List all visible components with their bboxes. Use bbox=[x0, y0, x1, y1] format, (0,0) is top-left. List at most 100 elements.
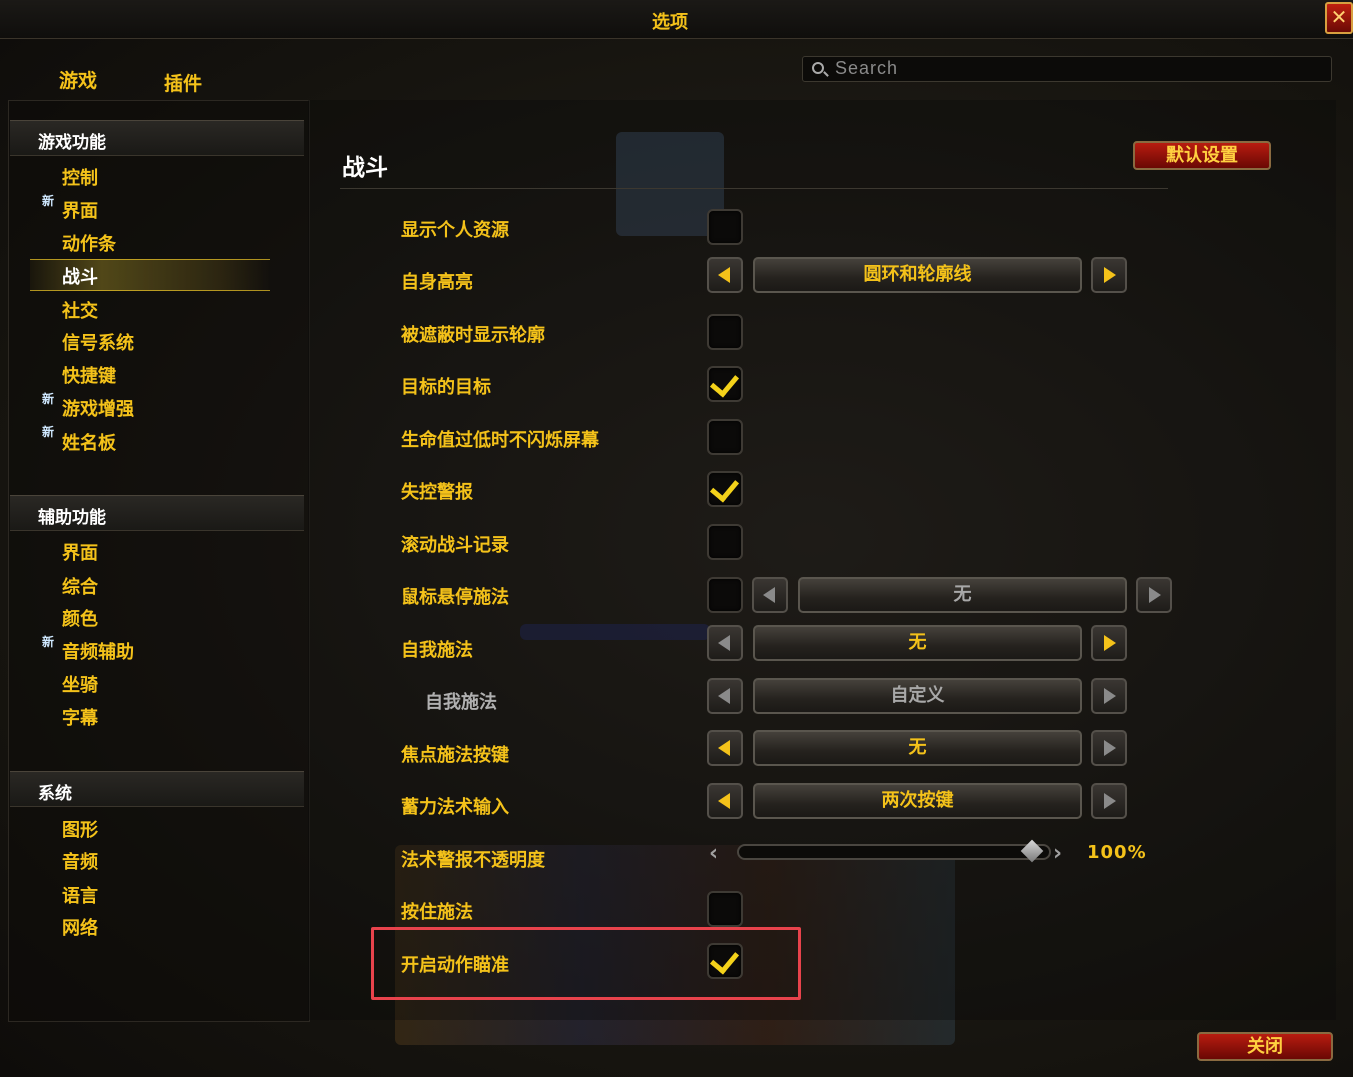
setting-label: 焦点施法按键 bbox=[401, 745, 509, 766]
sidebar-item-language[interactable]: 语言 bbox=[62, 882, 98, 908]
options-window: 选项 ✕ 游戏 插件 Search 游戏功能 控制 新 界面 动作条 战斗 社交… bbox=[0, 0, 1353, 1077]
sidebar-item-audio[interactable]: 音频 bbox=[62, 848, 98, 874]
sidebar-item-gameplay-enhancements[interactable]: 游戏增强 bbox=[62, 395, 134, 421]
next-option-button[interactable] bbox=[1091, 730, 1127, 766]
self-cast-key-dropdown[interactable]: 自定义 bbox=[753, 678, 1082, 714]
slider-increase-icon[interactable]: › bbox=[1053, 841, 1062, 866]
sidebar-section-system: 系统 bbox=[10, 771, 304, 807]
sidebar-item-nameplates[interactable]: 姓名板 bbox=[62, 429, 116, 455]
sidebar-item-ping-system[interactable]: 信号系统 bbox=[62, 329, 134, 355]
checkmark-icon bbox=[709, 367, 740, 398]
sidebar-item-keybindings[interactable]: 快捷键 bbox=[62, 362, 116, 388]
next-option-button[interactable] bbox=[1091, 625, 1127, 661]
focus-cast-key-dropdown[interactable]: 无 bbox=[753, 730, 1082, 766]
page-title: 战斗 bbox=[342, 155, 388, 181]
slider-value: 100% bbox=[1087, 842, 1147, 863]
sidebar-item-combat[interactable]: 战斗 bbox=[62, 263, 98, 289]
sidebar-item-subtitles[interactable]: 字幕 bbox=[62, 704, 98, 730]
arrow-left-icon bbox=[718, 740, 730, 756]
spell-alert-opacity-slider[interactable] bbox=[737, 844, 1051, 860]
sidebar-item-audio-assist[interactable]: 音频辅助 bbox=[62, 638, 134, 664]
arrow-right-icon bbox=[1104, 688, 1116, 704]
prev-option-button[interactable] bbox=[707, 625, 743, 661]
low-health-flash-checkbox[interactable] bbox=[707, 419, 743, 455]
sidebar-item-network[interactable]: 网络 bbox=[62, 914, 98, 940]
sidebar-item-mounts[interactable]: 坐骑 bbox=[62, 671, 98, 697]
sidebar-section-game-features: 游戏功能 bbox=[10, 120, 304, 156]
sidebar-item-actionbars[interactable]: 动作条 bbox=[62, 230, 116, 256]
slider-decrease-icon[interactable]: ‹ bbox=[709, 841, 718, 866]
arrow-left-icon bbox=[763, 587, 775, 603]
sidebar bbox=[8, 100, 310, 1022]
setting-label: 法术警报不透明度 bbox=[401, 850, 545, 871]
arrow-left-icon bbox=[718, 793, 730, 809]
setting-label: 蓄力法术输入 bbox=[401, 797, 509, 818]
sidebar-section-accessibility: 辅助功能 bbox=[10, 495, 304, 531]
section-title: 系统 bbox=[38, 784, 72, 804]
arrow-right-icon bbox=[1104, 267, 1116, 283]
display-personal-resource-checkbox[interactable] bbox=[707, 209, 743, 245]
prev-option-button[interactable] bbox=[707, 678, 743, 714]
next-option-button[interactable] bbox=[1136, 577, 1172, 613]
new-badge: 新 bbox=[42, 425, 55, 439]
target-of-target-checkbox[interactable] bbox=[707, 366, 743, 402]
sidebar-item-controls[interactable]: 控制 bbox=[62, 164, 98, 190]
sidebar-item-general[interactable]: 综合 bbox=[62, 573, 98, 599]
section-title: 辅助功能 bbox=[38, 508, 106, 528]
search-placeholder: Search bbox=[835, 58, 899, 78]
arrow-left-icon bbox=[718, 267, 730, 283]
close-button[interactable]: 关闭 bbox=[1197, 1032, 1333, 1061]
defaults-button[interactable]: 默认设置 bbox=[1133, 141, 1271, 170]
section-title: 游戏功能 bbox=[38, 133, 106, 153]
window-title: 选项 bbox=[652, 12, 688, 33]
arrow-right-icon bbox=[1149, 587, 1161, 603]
setting-label: 被遮蔽时显示轮廓 bbox=[401, 325, 545, 346]
next-option-button[interactable] bbox=[1091, 257, 1127, 293]
setting-label: 鼠标悬停施法 bbox=[401, 587, 509, 608]
sidebar-item-social[interactable]: 社交 bbox=[62, 297, 98, 323]
search-input[interactable]: Search bbox=[802, 56, 1332, 82]
annotation-highlight bbox=[371, 927, 801, 1000]
occluded-outline-checkbox[interactable] bbox=[707, 314, 743, 350]
arrow-right-icon bbox=[1104, 635, 1116, 651]
prev-option-button[interactable] bbox=[707, 730, 743, 766]
setting-label: 生命值过低时不闪烁屏幕 bbox=[401, 430, 599, 451]
title-divider bbox=[340, 188, 1168, 189]
title-bar: 选项 ✕ bbox=[0, 0, 1353, 39]
setting-label: 自我施法 bbox=[425, 692, 497, 713]
scrolling-combat-text-checkbox[interactable] bbox=[707, 524, 743, 560]
new-badge: 新 bbox=[42, 635, 55, 649]
next-option-button[interactable] bbox=[1091, 678, 1127, 714]
prev-option-button[interactable] bbox=[752, 577, 788, 613]
setting-label: 目标的目标 bbox=[401, 377, 491, 398]
sidebar-item-accessibility-interface[interactable]: 界面 bbox=[62, 539, 98, 565]
new-badge: 新 bbox=[42, 194, 55, 208]
next-option-button[interactable] bbox=[1091, 783, 1127, 819]
prev-option-button[interactable] bbox=[707, 257, 743, 293]
sidebar-item-colors[interactable]: 颜色 bbox=[62, 605, 98, 631]
sidebar-item-interface[interactable]: 界面 bbox=[62, 197, 98, 223]
empowered-spell-input-dropdown[interactable]: 两次按键 bbox=[753, 783, 1082, 819]
mouseover-cast-checkbox[interactable] bbox=[707, 577, 743, 613]
search-icon bbox=[812, 62, 824, 74]
tab-game[interactable]: 游戏 bbox=[59, 66, 97, 93]
tab-addons[interactable]: 插件 bbox=[164, 69, 202, 96]
arrow-right-icon bbox=[1104, 793, 1116, 809]
mouseover-cast-dropdown[interactable]: 无 bbox=[798, 577, 1127, 613]
loss-of-control-alert-checkbox[interactable] bbox=[707, 471, 743, 507]
setting-label: 自我施法 bbox=[401, 640, 473, 661]
setting-label: 按住施法 bbox=[401, 902, 473, 923]
sidebar-item-graphics[interactable]: 图形 bbox=[62, 816, 98, 842]
self-cast-dropdown[interactable]: 无 bbox=[753, 625, 1082, 661]
arrow-right-icon bbox=[1104, 740, 1116, 756]
close-icon[interactable]: ✕ bbox=[1325, 2, 1353, 34]
setting-label: 自身高亮 bbox=[401, 272, 473, 293]
setting-label: 失控警报 bbox=[401, 482, 473, 503]
arrow-left-icon bbox=[718, 688, 730, 704]
arrow-left-icon bbox=[718, 635, 730, 651]
checkmark-icon bbox=[709, 472, 740, 503]
press-and-hold-casting-checkbox[interactable] bbox=[707, 891, 743, 927]
prev-option-button[interactable] bbox=[707, 783, 743, 819]
setting-label: 滚动战斗记录 bbox=[401, 535, 509, 556]
self-highlight-dropdown[interactable]: 圆环和轮廓线 bbox=[753, 257, 1082, 293]
